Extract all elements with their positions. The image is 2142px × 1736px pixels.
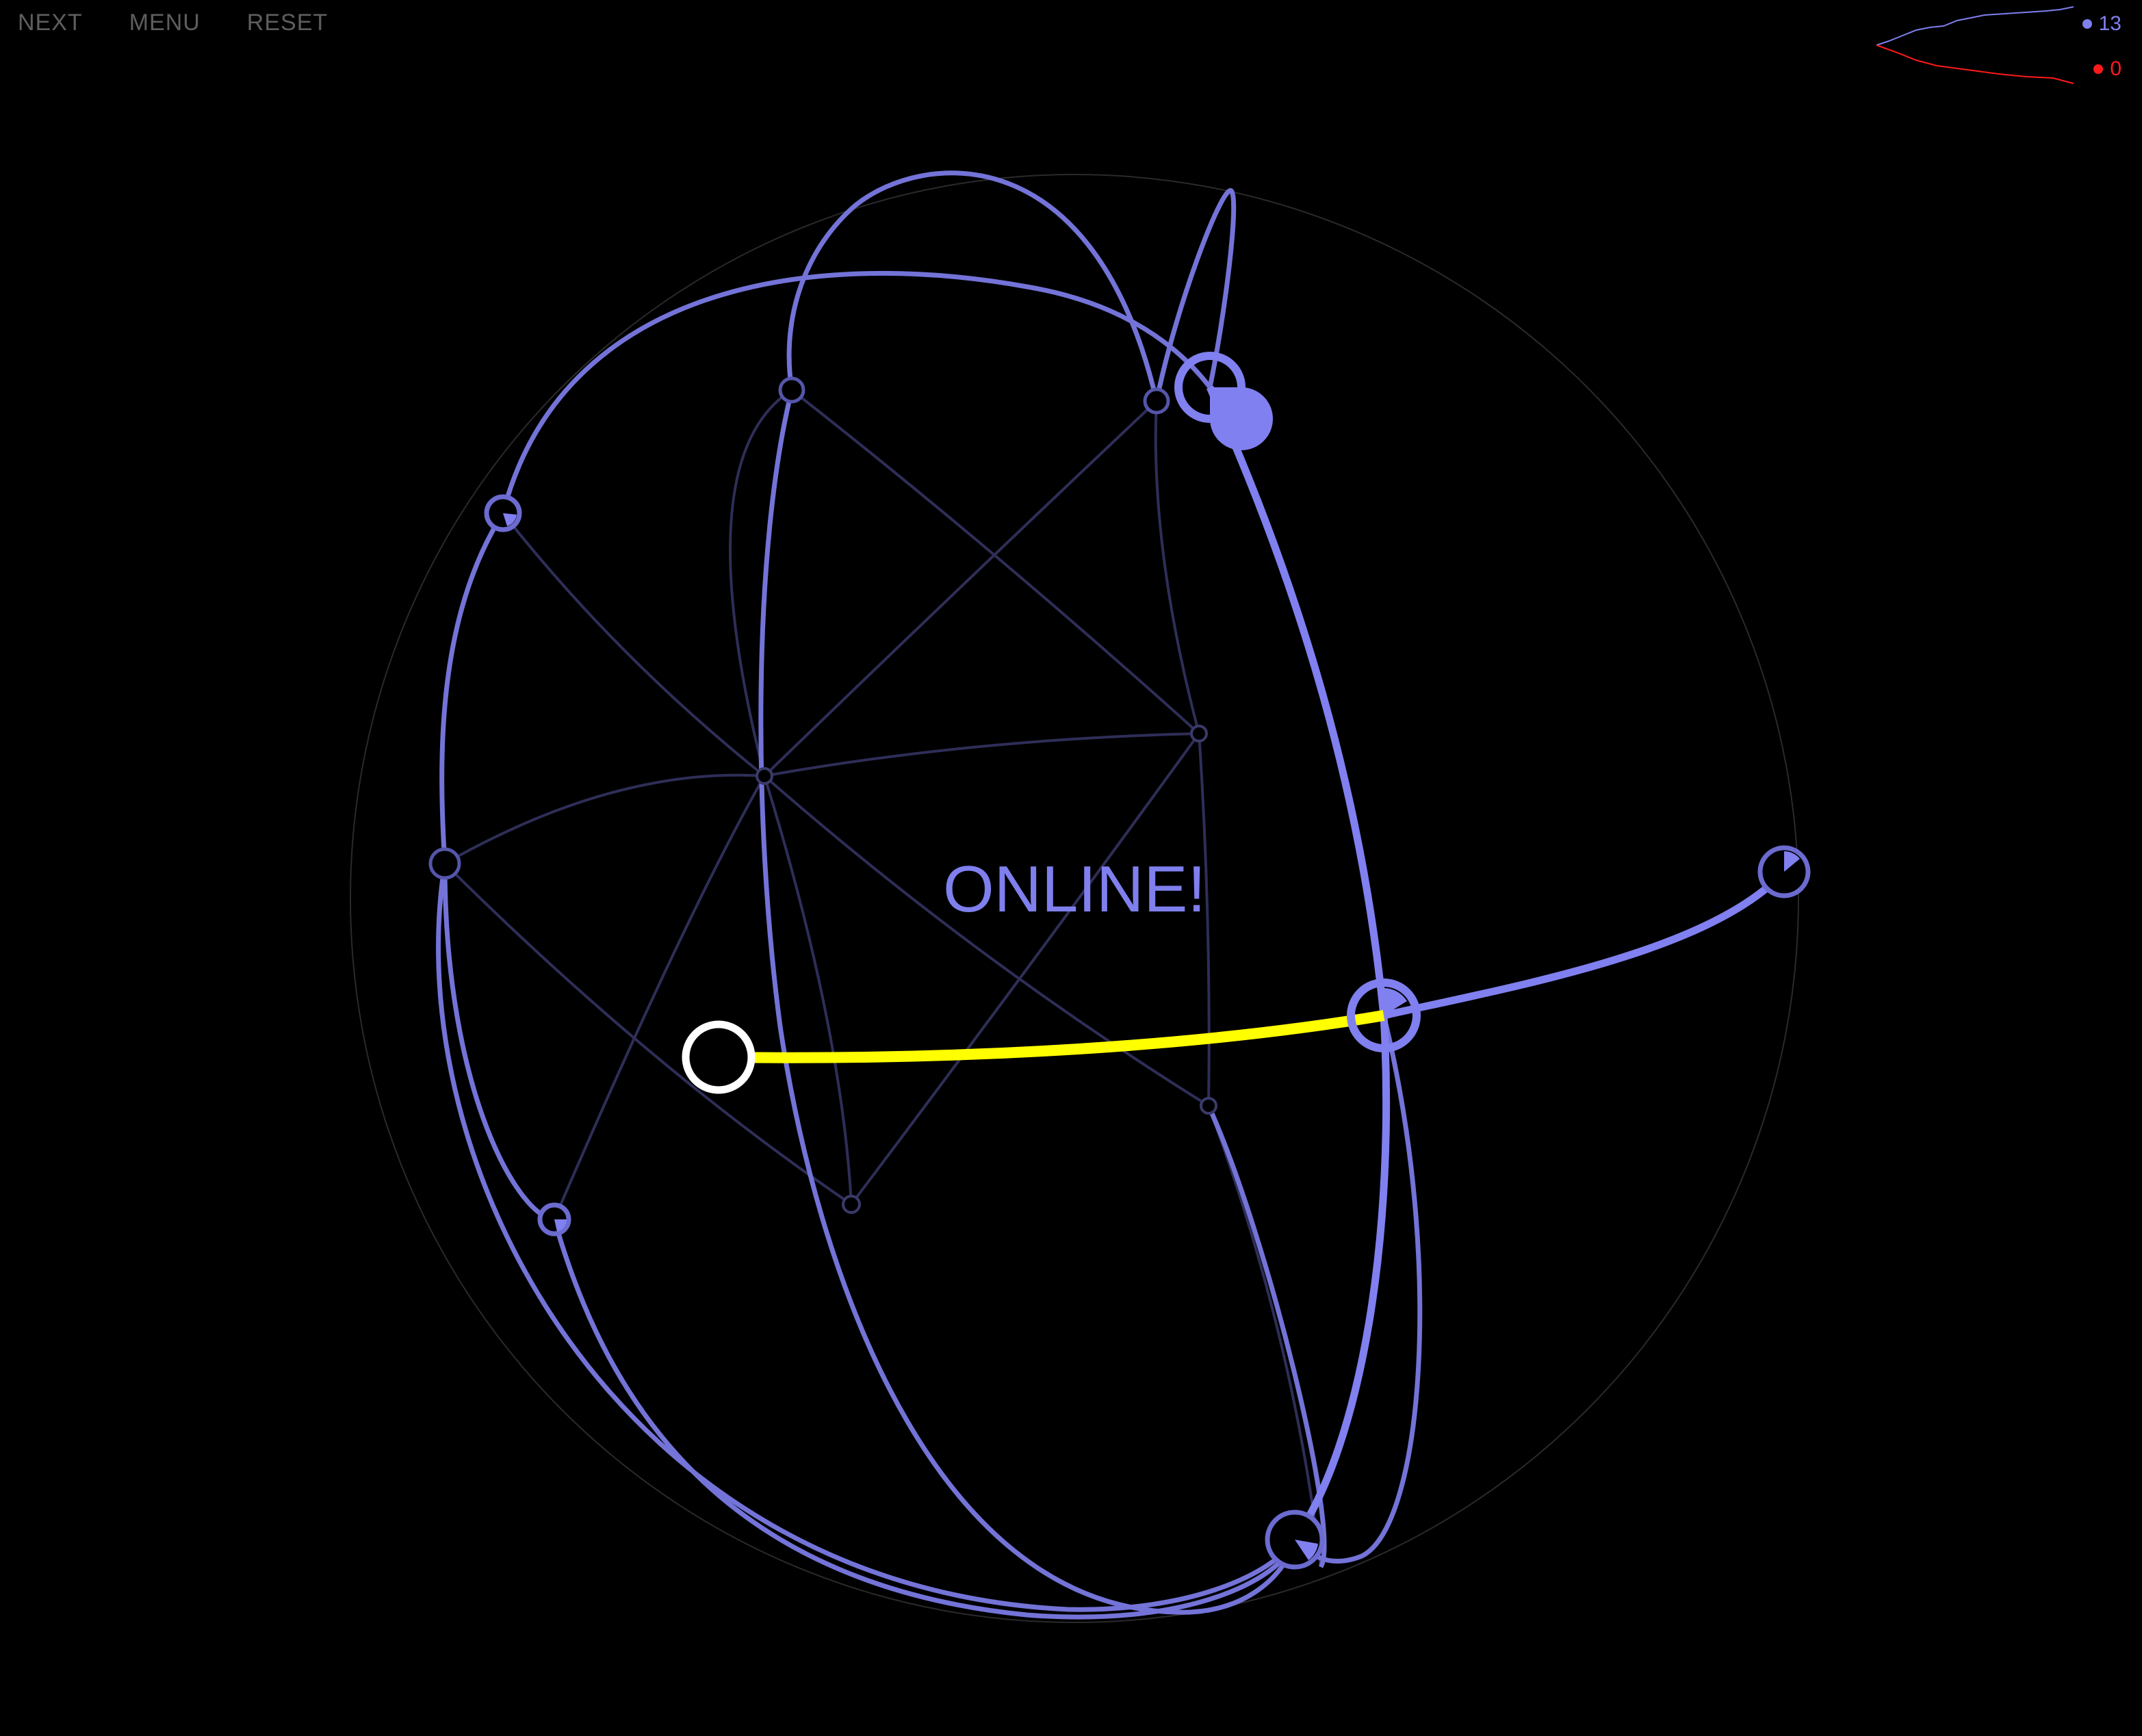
mid-nodes xyxy=(428,376,1170,880)
selected-node[interactable] xyxy=(682,1020,756,1094)
link xyxy=(500,270,1212,514)
link xyxy=(790,389,1200,735)
link xyxy=(763,400,1158,777)
back-links xyxy=(443,389,1322,1568)
link xyxy=(1206,385,1388,1016)
link xyxy=(786,170,1159,402)
link xyxy=(1206,1104,1327,1568)
player-score-history-line xyxy=(1876,6,2074,46)
link xyxy=(850,732,1200,1206)
node[interactable] xyxy=(842,1195,861,1214)
link xyxy=(439,512,505,864)
link xyxy=(443,862,853,1206)
score-history-graph xyxy=(1876,6,2074,84)
node[interactable] xyxy=(428,847,461,880)
node[interactable] xyxy=(778,376,805,404)
front-nodes xyxy=(484,494,1811,1570)
player-score-value: 13 xyxy=(2098,12,2121,35)
link xyxy=(1382,869,1788,1020)
enemy-score: 0 xyxy=(2093,57,2121,81)
enemy-score-dot xyxy=(2093,64,2104,74)
link xyxy=(764,732,1200,777)
top-menu: NEXT MENU RESET xyxy=(18,10,328,36)
node-progress-fills xyxy=(503,387,1800,1560)
player-score-dot xyxy=(2082,19,2092,29)
node[interactable] xyxy=(1190,725,1208,742)
link xyxy=(758,389,1298,1615)
status-message: ONLINE! xyxy=(943,853,1206,926)
highlighted-links xyxy=(1206,385,1788,1542)
link xyxy=(444,773,765,865)
game-stage[interactable]: NEXT MENU RESET ONLINE! 13 0 xyxy=(0,0,2142,1733)
link xyxy=(436,863,1297,1612)
node[interactable] xyxy=(1143,387,1170,415)
network-graph[interactable]: ONLINE! xyxy=(0,0,2142,1733)
link xyxy=(1207,1105,1322,1568)
node[interactable] xyxy=(1200,1097,1217,1115)
link xyxy=(1293,1015,1423,1564)
menu-button[interactable]: MENU xyxy=(129,10,201,36)
enemy-score-history-line xyxy=(1876,44,2074,84)
enemy-score-value: 0 xyxy=(2110,57,2121,80)
node[interactable] xyxy=(756,767,773,785)
front-links xyxy=(436,170,1423,1620)
active-link xyxy=(718,1010,1385,1063)
back-nodes xyxy=(756,725,1217,1214)
link xyxy=(1154,400,1200,734)
next-button[interactable]: NEXT xyxy=(18,10,83,36)
reset-button[interactable]: RESET xyxy=(247,10,328,36)
link xyxy=(1291,1015,1391,1542)
link xyxy=(502,512,766,777)
hub-nodes xyxy=(1174,352,1421,1052)
link xyxy=(552,1219,1298,1620)
player-score: 13 xyxy=(2082,12,2121,36)
